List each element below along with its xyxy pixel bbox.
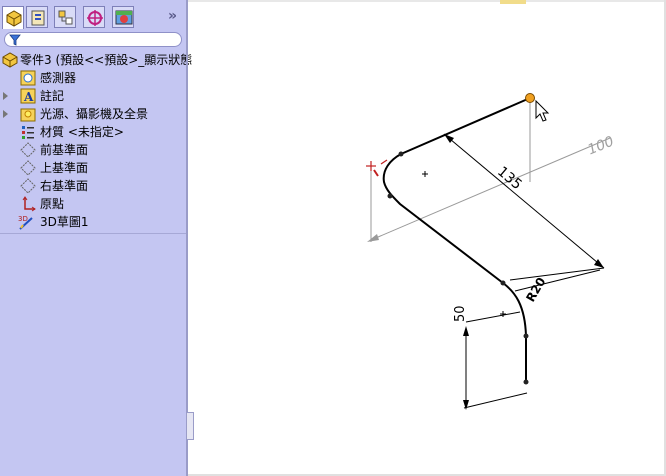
dim-100-lines xyxy=(370,98,611,242)
tree-item-right-plane[interactable]: 右基準面 xyxy=(0,177,186,195)
tree-item-label: 註記 xyxy=(40,89,65,103)
tree-item-label: 前基準面 xyxy=(40,143,89,157)
dim-radius-text: R20 xyxy=(523,275,548,304)
tree-item-label: 右基準面 xyxy=(40,179,89,193)
sketch-3d-path[interactable] xyxy=(382,97,531,382)
sensors-icon xyxy=(20,70,36,86)
display-manager-tab[interactable] xyxy=(112,6,134,28)
filter-icon xyxy=(9,34,21,46)
part-tree-icon xyxy=(6,10,22,27)
tree-item-material[interactable]: 材質 <未指定> xyxy=(0,123,186,141)
centerpoint-mark xyxy=(422,171,428,177)
more-tabs-button[interactable]: » xyxy=(168,8,177,24)
dim-100-arrow xyxy=(367,234,379,242)
svg-text:3D: 3D xyxy=(18,215,28,223)
selected-endpoint[interactable] xyxy=(525,93,535,103)
part-icon xyxy=(2,52,18,68)
property-manager-icon xyxy=(31,10,45,26)
dim-50-lines xyxy=(463,311,528,409)
tree-root-part[interactable]: 零件3 (預設<<預設>_顯示狀態 xyxy=(0,51,192,69)
panel-tab-bar: » xyxy=(0,0,186,30)
plane-icon xyxy=(20,142,36,158)
tree-item-label: 3D草圖1 xyxy=(40,215,89,229)
dimxpert-manager-tab[interactable] xyxy=(83,6,105,28)
tree-item-label: 材質 <未指定> xyxy=(40,125,124,139)
tree-filter-input[interactable] xyxy=(4,32,182,47)
dim-50-arrow-top xyxy=(463,326,469,336)
expand-arrow-icon[interactable] xyxy=(3,110,8,118)
dim-135-text: 135 xyxy=(494,164,525,193)
tree-item-label: 光源、攝影機及全景 xyxy=(40,107,149,121)
material-icon xyxy=(22,126,34,139)
origin-icon xyxy=(22,196,36,212)
tree-root-label: 零件3 (預設<<預設>_顯示狀態 xyxy=(20,53,193,67)
annotations-icon: A xyxy=(20,88,36,104)
tree-item-top-plane[interactable]: 上基準面 xyxy=(0,159,186,177)
tree-item-sensors[interactable]: 感測器 xyxy=(0,69,186,87)
tree-item-front-plane[interactable]: 前基準面 xyxy=(0,141,186,159)
feature-manager-tab[interactable] xyxy=(2,6,24,29)
feature-manager-panel: » 零件3 (預設<<預設>_顯示狀態 感測器 A 註記 光源、攝影機及全景 材… xyxy=(0,0,192,476)
plane-icon xyxy=(20,178,36,194)
tree-item-annotations[interactable]: A 註記 xyxy=(0,87,186,105)
tree-divider xyxy=(0,233,186,234)
property-manager-tab[interactable] xyxy=(26,6,48,28)
mouse-cursor-icon xyxy=(535,99,550,122)
dim-135-lines xyxy=(443,133,605,281)
tree-item-3d-sketch[interactable]: 3D 3D草圖1 xyxy=(0,213,186,231)
graphics-viewport[interactable]: 100 135 R20 50 xyxy=(188,0,664,474)
dim-50-arrow-bottom xyxy=(463,400,469,410)
svg-text:A: A xyxy=(23,90,34,104)
plane-icon xyxy=(20,160,36,176)
dim-radius-lines xyxy=(514,269,601,292)
lights-cameras-icon xyxy=(20,108,36,122)
configuration-manager-icon xyxy=(58,10,73,25)
tree-item-lights-cameras[interactable]: 光源、攝影機及全景 xyxy=(0,105,186,123)
dimxpert-icon xyxy=(87,10,103,26)
tree-item-label: 上基準面 xyxy=(40,161,89,175)
midpoint-mark xyxy=(500,311,506,317)
configuration-manager-tab[interactable] xyxy=(54,6,76,28)
3d-sketch-icon: 3D xyxy=(18,215,33,230)
tree-item-origin[interactable]: 原點 xyxy=(0,195,186,213)
tree-item-label: 感測器 xyxy=(40,71,77,85)
display-manager-icon xyxy=(115,10,133,25)
expand-arrow-icon[interactable] xyxy=(3,92,8,100)
dim-50-text: 50 xyxy=(453,305,468,322)
tree-item-label: 原點 xyxy=(40,197,65,211)
dim-100-text: 100 xyxy=(586,133,617,158)
